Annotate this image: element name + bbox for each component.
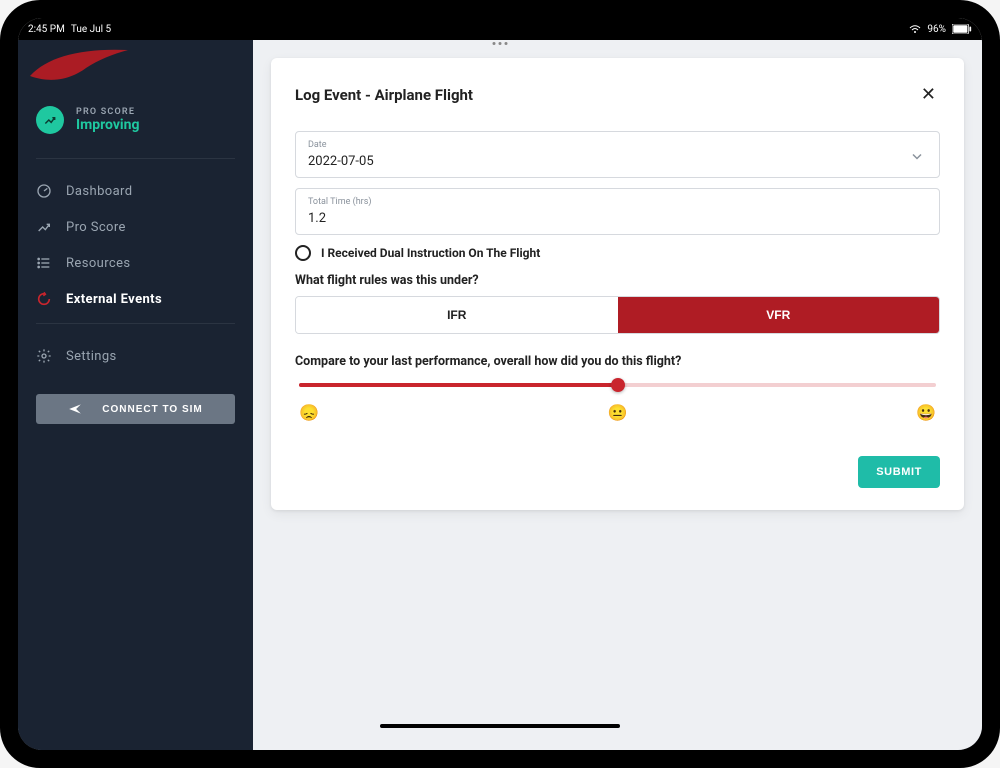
- status-date: Tue Jul 5: [71, 24, 111, 35]
- pro-score-label: PRO SCORE: [76, 107, 139, 117]
- sidebar-item-label: External Events: [66, 292, 162, 307]
- connect-button-label: CONNECT TO SIM: [102, 404, 202, 415]
- submit-button[interactable]: SUBMIT: [858, 456, 940, 488]
- gear-icon: [36, 348, 52, 364]
- sidebar-item-external-events[interactable]: External Events: [18, 281, 253, 317]
- sidebar-item-dashboard[interactable]: Dashboard: [18, 173, 253, 209]
- sidebar-item-settings[interactable]: Settings: [18, 338, 253, 374]
- radio-unchecked-icon: [295, 245, 311, 261]
- flight-rules-segmented: IFR VFR: [295, 296, 940, 334]
- sidebar-item-label: Resources: [66, 256, 131, 271]
- sidebar-item-label: Dashboard: [66, 184, 132, 199]
- nav-menu: Dashboard Pro Score: [18, 173, 253, 317]
- ifr-option[interactable]: IFR: [296, 297, 618, 333]
- home-indicator[interactable]: [380, 724, 620, 728]
- slider-track: [299, 383, 936, 387]
- date-field-value: 2022-07-05: [308, 154, 374, 169]
- compare-question: Compare to your last performance, overal…: [295, 354, 940, 369]
- total-time-value: 1.2: [308, 211, 326, 226]
- date-field[interactable]: Date 2022-07-05: [295, 131, 940, 178]
- brand-logo: [18, 40, 253, 82]
- refresh-icon: [36, 291, 52, 307]
- pro-score-widget[interactable]: PRO SCORE Improving: [18, 82, 253, 152]
- dual-instruction-radio[interactable]: I Received Dual Instruction On The Fligh…: [295, 245, 940, 261]
- status-bar: 2:45 PM Tue Jul 5 96%: [18, 18, 982, 40]
- emoji-happy-icon: 😀: [916, 403, 936, 422]
- total-time-field[interactable]: Total Time (hrs) 1.2: [295, 188, 940, 235]
- connect-to-sim-button[interactable]: CONNECT TO SIM: [36, 394, 235, 424]
- multitask-dots: [493, 42, 508, 45]
- vfr-option[interactable]: VFR: [618, 297, 940, 333]
- battery-icon: [952, 24, 972, 34]
- chevron-down-icon: [911, 145, 923, 164]
- chart-icon: [36, 219, 52, 235]
- screen: 2:45 PM Tue Jul 5 96%: [18, 18, 982, 750]
- airplane-icon: [68, 402, 82, 416]
- divider: [36, 323, 235, 324]
- flight-rules-question: What flight rules was this under?: [295, 273, 940, 288]
- card-title: Log Event - Airplane Flight: [295, 86, 473, 104]
- wifi-icon: [909, 24, 921, 34]
- close-button[interactable]: ✕: [917, 80, 940, 109]
- status-time: 2:45 PM: [28, 24, 65, 35]
- sidebar-item-resources[interactable]: Resources: [18, 245, 253, 281]
- slider-fill: [299, 383, 618, 387]
- slider-thumb[interactable]: [611, 378, 625, 392]
- app-root: PRO SCORE Improving Dashboard: [18, 40, 982, 750]
- sidebar: PRO SCORE Improving Dashboard: [18, 40, 253, 750]
- content-area: Log Event - Airplane Flight ✕ Date 2022-…: [253, 40, 982, 750]
- dual-instruction-label: I Received Dual Instruction On The Fligh…: [321, 246, 540, 260]
- close-icon: ✕: [921, 84, 936, 104]
- divider: [36, 158, 235, 159]
- tablet-frame: 2:45 PM Tue Jul 5 96%: [0, 0, 1000, 768]
- battery-percent: 96%: [927, 24, 946, 35]
- log-event-card: Log Event - Airplane Flight ✕ Date 2022-…: [271, 58, 964, 510]
- sidebar-item-label: Settings: [66, 349, 117, 364]
- gauge-icon: [36, 183, 52, 199]
- emoji-sad-icon: 😞: [299, 403, 319, 422]
- emoji-neutral-icon: 😐: [608, 403, 628, 422]
- total-time-label: Total Time (hrs): [308, 197, 927, 207]
- date-field-label: Date: [308, 140, 927, 150]
- sidebar-item-label: Pro Score: [66, 220, 126, 235]
- sidebar-item-pro-score[interactable]: Pro Score: [18, 209, 253, 245]
- list-icon: [36, 255, 52, 271]
- pro-score-value: Improving: [76, 117, 139, 133]
- performance-slider[interactable]: 😞 😐 😀: [295, 383, 940, 422]
- trend-up-icon: [36, 106, 64, 134]
